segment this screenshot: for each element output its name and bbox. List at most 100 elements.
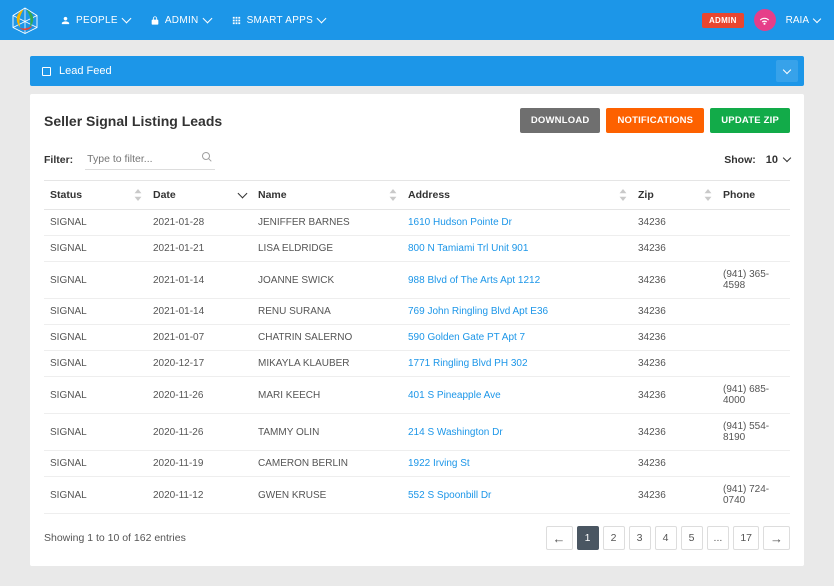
wifi-icon[interactable] (754, 9, 776, 31)
cell-date: 2020-12-17 (149, 351, 254, 377)
page-1[interactable]: 1 (577, 526, 599, 550)
cell-status: SIGNAL (44, 299, 149, 325)
address-link[interactable]: 552 S Spoonbill Dr (408, 490, 491, 501)
show-value: 10 (766, 154, 778, 166)
nav-right: ADMIN RAIA (702, 9, 820, 31)
cell-status: SIGNAL (44, 262, 149, 299)
top-navbar: PEOPLE ADMIN SMART APPS ADMIN RAIA (0, 0, 834, 40)
cell-status: SIGNAL (44, 236, 149, 262)
cell-phone (719, 325, 790, 351)
card-header: Seller Signal Listing Leads DOWNLOAD NOT… (44, 108, 790, 133)
cell-phone: (941) 365-4598 (719, 262, 790, 299)
col-status[interactable]: Status (44, 181, 149, 210)
filter-input[interactable] (85, 149, 215, 170)
col-date[interactable]: Date (149, 181, 254, 210)
cell-address: 769 John Ringling Blvd Apt E36 (404, 299, 634, 325)
person-icon (60, 15, 71, 26)
page-ellipsis: ... (707, 526, 730, 550)
page-last[interactable]: 17 (733, 526, 759, 550)
cell-address: 988 Blvd of The Arts Apt 1212 (404, 262, 634, 299)
cell-zip: 34236 (634, 414, 719, 451)
address-link[interactable]: 1610 Hudson Pointe Dr (408, 217, 512, 228)
cell-status: SIGNAL (44, 325, 149, 351)
table-row: SIGNAL2021-01-07CHATRIN SALERNO590 Golde… (44, 325, 790, 351)
page-3[interactable]: 3 (629, 526, 651, 550)
user-name: RAIA (786, 15, 809, 26)
col-phone-label: Phone (723, 189, 755, 201)
address-link[interactable]: 401 S Pineapple Ave (408, 390, 501, 401)
page-title: Seller Signal Listing Leads (44, 113, 222, 129)
cell-name: MIKAYLA KLAUBER (254, 351, 404, 377)
col-status-label: Status (50, 189, 82, 201)
cell-name: CAMERON BERLIN (254, 451, 404, 477)
lead-feed-panel-header[interactable]: Lead Feed (30, 56, 804, 86)
cell-phone (719, 299, 790, 325)
cell-date: 2020-11-12 (149, 477, 254, 514)
address-link[interactable]: 1922 Irving St (408, 458, 470, 469)
sort-icon (388, 189, 398, 201)
nav-admin[interactable]: ADMIN (150, 15, 211, 26)
col-address[interactable]: Address (404, 181, 634, 210)
cell-date: 2021-01-28 (149, 210, 254, 236)
sort-icon (703, 189, 713, 201)
page-5[interactable]: 5 (681, 526, 703, 550)
table-row: SIGNAL2020-11-19CAMERON BERLIN1922 Irvin… (44, 451, 790, 477)
cell-phone (719, 236, 790, 262)
table-row: SIGNAL2020-11-26TAMMY OLIN214 S Washingt… (44, 414, 790, 451)
address-link[interactable]: 769 John Ringling Blvd Apt E36 (408, 306, 548, 317)
cell-zip: 34236 (634, 351, 719, 377)
pagination: ← 1 2 3 4 5 ... 17 → (546, 526, 790, 550)
download-button[interactable]: DOWNLOAD (520, 108, 601, 133)
address-link[interactable]: 1771 Ringling Blvd PH 302 (408, 358, 528, 369)
leads-table: Status Date Name Address (44, 180, 790, 514)
cell-zip: 34236 (634, 477, 719, 514)
nav-smart-apps[interactable]: SMART APPS (231, 15, 326, 26)
table-row: SIGNAL2021-01-14JOANNE SWICK988 Blvd of … (44, 262, 790, 299)
address-link[interactable]: 800 N Tamiami Trl Unit 901 (408, 243, 528, 254)
sort-icon (133, 189, 143, 201)
page-prev[interactable]: ← (546, 526, 573, 550)
chevron-down-icon (813, 14, 821, 22)
address-link[interactable]: 988 Blvd of The Arts Apt 1212 (408, 275, 540, 286)
cell-name: TAMMY OLIN (254, 414, 404, 451)
table-controls: Filter: Show: 10 (44, 149, 790, 170)
chevron-down-icon (783, 154, 791, 162)
page-4[interactable]: 4 (655, 526, 677, 550)
col-zip[interactable]: Zip (634, 181, 719, 210)
nav-admin-label: ADMIN (165, 15, 199, 26)
cell-status: SIGNAL (44, 477, 149, 514)
collapse-button[interactable] (776, 60, 798, 82)
chevron-down-icon (121, 14, 131, 24)
col-phone[interactable]: Phone (719, 181, 790, 210)
col-name[interactable]: Name (254, 181, 404, 210)
cell-zip: 34236 (634, 262, 719, 299)
nav-items: PEOPLE ADMIN SMART APPS (60, 15, 325, 26)
col-zip-label: Zip (638, 189, 654, 201)
show-wrap: Show: 10 (724, 154, 790, 166)
cell-status: SIGNAL (44, 351, 149, 377)
cell-zip: 34236 (634, 299, 719, 325)
col-date-label: Date (153, 189, 176, 201)
cell-status: SIGNAL (44, 377, 149, 414)
address-link[interactable]: 214 S Washington Dr (408, 427, 503, 438)
cell-date: 2020-11-26 (149, 377, 254, 414)
user-menu[interactable]: RAIA (786, 15, 820, 26)
page-next[interactable]: → (763, 526, 790, 550)
cell-name: JENIFFER BARNES (254, 210, 404, 236)
cell-date: 2021-01-14 (149, 299, 254, 325)
show-select[interactable]: 10 (766, 154, 790, 166)
page-2[interactable]: 2 (603, 526, 625, 550)
cell-zip: 34236 (634, 325, 719, 351)
address-link[interactable]: 590 Golden Gate PT Apt 7 (408, 332, 525, 343)
nav-people[interactable]: PEOPLE (60, 15, 130, 26)
cell-address: 401 S Pineapple Ave (404, 377, 634, 414)
cell-status: SIGNAL (44, 414, 149, 451)
update-zip-button[interactable]: UPDATE ZIP (710, 108, 790, 133)
cell-name: LISA ELDRIDGE (254, 236, 404, 262)
notifications-button[interactable]: NOTIFICATIONS (606, 108, 704, 133)
cell-address: 800 N Tamiami Trl Unit 901 (404, 236, 634, 262)
cell-zip: 34236 (634, 236, 719, 262)
show-label: Show: (724, 154, 756, 166)
leads-card: Seller Signal Listing Leads DOWNLOAD NOT… (30, 94, 804, 566)
cell-status: SIGNAL (44, 451, 149, 477)
